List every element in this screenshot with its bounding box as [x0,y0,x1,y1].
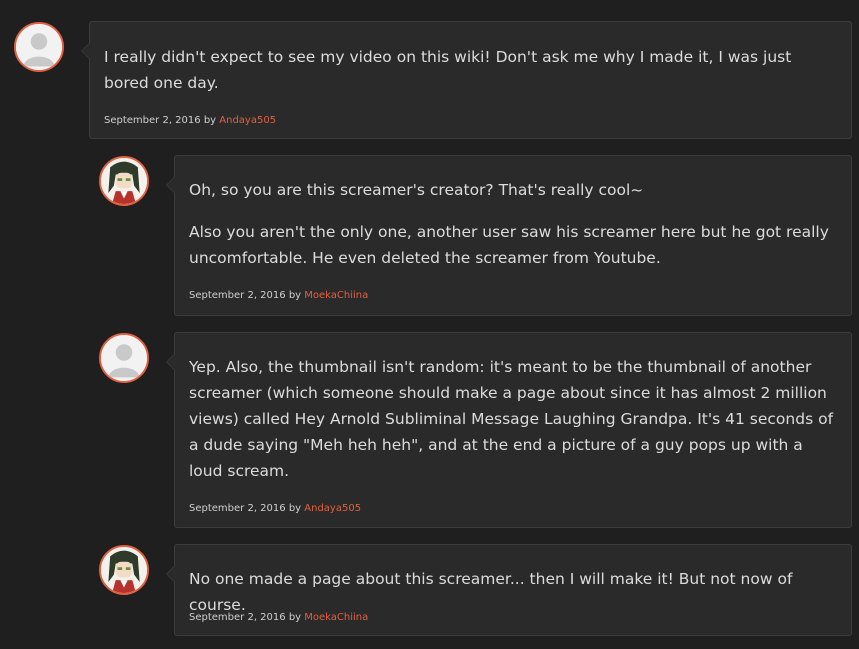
author-link[interactable]: Andaya505 [304,503,361,514]
comment-by: by [288,612,302,623]
comment-text: Yep. Also, the thumbnail isn't random: i… [189,358,834,480]
comment-text: Oh, so you are this screamer's creator? … [189,181,644,199]
comment-text: No one made a page about this screamer..… [189,570,793,614]
avatar[interactable] [99,545,149,595]
comment-date: September 2, 2016 [189,290,286,301]
anime-character-avatar-icon [101,158,147,204]
comment-meta: September 2, 2016 by Andaya505 [189,503,361,514]
comment-text: I really didn't expect to see my video o… [104,48,792,92]
comment-date: September 2, 2016 [189,612,286,623]
comment-meta: September 2, 2016 by Andaya505 [104,115,276,126]
comment-bubble: No one made a page about this screamer..… [166,544,852,636]
comment-bubble: Yep. Also, the thumbnail isn't random: i… [166,332,852,528]
avatar[interactable] [14,22,64,72]
comment-by: by [203,115,217,126]
author-link[interactable]: MoekaChiina [304,612,368,623]
comment-by: by [288,290,302,301]
default-user-icon [16,24,62,70]
default-user-icon [101,335,147,381]
author-link[interactable]: MoekaChiina [304,290,368,301]
comment-bubble: I really didn't expect to see my video o… [81,21,852,139]
comment-meta: September 2, 2016 by MoekaChiina [189,290,368,301]
comment-bubble: Oh, so you are this screamer's creator? … [166,155,852,316]
comment-meta: September 2, 2016 by MoekaChiina [189,612,368,623]
avatar[interactable] [99,333,149,383]
comment-date: September 2, 2016 [189,503,286,514]
comment-by: by [288,503,302,514]
avatar[interactable] [99,156,149,206]
comment-text: Also you aren't the only one, another us… [189,223,829,267]
author-link[interactable]: Andaya505 [219,115,276,126]
anime-character-avatar-icon [101,547,147,593]
comment-date: September 2, 2016 [104,115,201,126]
